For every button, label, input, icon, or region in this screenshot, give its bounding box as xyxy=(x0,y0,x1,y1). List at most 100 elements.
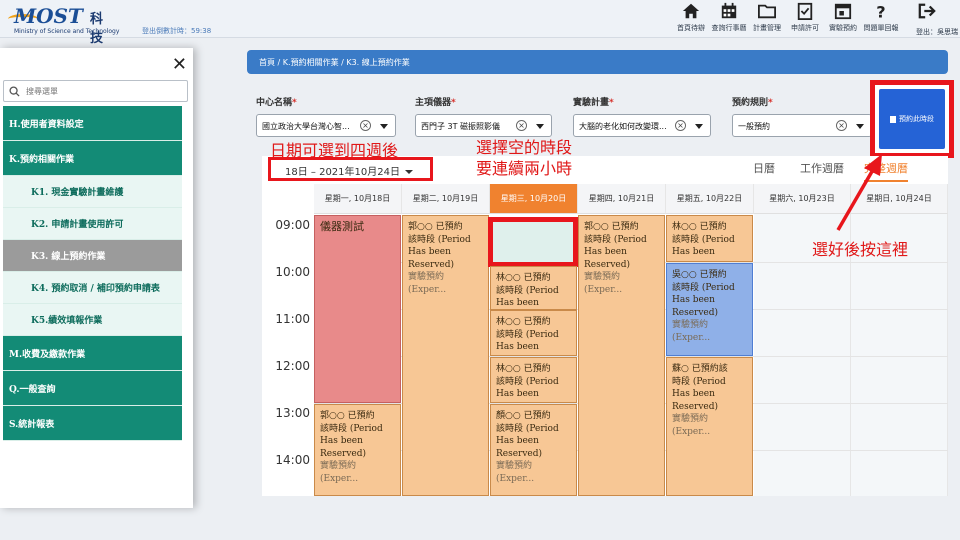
red-arrow-icon xyxy=(836,154,882,231)
plan-select[interactable]: 大腦的老化如何改變環... × xyxy=(573,114,711,137)
book-icon xyxy=(890,115,896,123)
menu-list: H.使用者資料設定 K.預約相關作業 K1. 現金實驗計畫維護 K2. 申請計畫… xyxy=(3,106,182,441)
menu-item-k1[interactable]: K1. 現金實驗計畫維護 xyxy=(3,176,182,208)
menu-item-k5[interactable]: K5.績效填報作業 xyxy=(3,304,182,336)
svg-text:?: ? xyxy=(876,2,885,20)
nav-calendar[interactable]: 查詢行事曆 xyxy=(710,2,748,33)
menu-search-input[interactable] xyxy=(26,84,176,99)
menu-section-payment[interactable]: M.收費及繳款作業 xyxy=(3,336,182,371)
annotation-select-line2: 要連續兩小時 xyxy=(476,159,573,178)
annotation-select-line1: 選擇空的時段 xyxy=(476,138,573,157)
event-wed-13[interactable]: 顏○○ 已預約 該時段 (Period Has been Reserved) 實驗預約(… xyxy=(490,404,577,496)
annotation-select-slot: 選擇空的時段 要連續兩小時 xyxy=(476,137,572,179)
nav-question-label: 問題單回報 xyxy=(863,24,899,32)
event-instrument-test[interactable]: 儀器測試 xyxy=(314,215,401,403)
plan-label: 實驗計畫* xyxy=(573,98,614,108)
book-slot-button[interactable]: 預約此時段 xyxy=(879,89,945,149)
center-value: 國立政治大學台灣心智... xyxy=(262,122,350,131)
clear-icon[interactable]: × xyxy=(360,120,371,131)
plan-value: 大腦的老化如何改變環... xyxy=(579,122,667,131)
menu-section-statistics[interactable]: S.統計報表 xyxy=(3,406,182,441)
book-slot-label: 預約此時段 xyxy=(899,115,934,123)
rule-label: 預約規則* xyxy=(732,98,773,108)
clear-icon[interactable]: × xyxy=(836,120,847,131)
annotation-date-range: 日期可選到四週後 xyxy=(270,141,399,160)
event-mon-13[interactable]: 郭○○ 已預約 該時段 (Period Has been Reserved) 實驗預約(… xyxy=(314,404,401,496)
close-icon[interactable]: ✕ xyxy=(172,54,187,75)
logout-user[interactable]: 登出：吳思瑞 xyxy=(916,27,958,37)
nav-projects-label: 計畫管理 xyxy=(753,24,781,32)
center-select[interactable]: 國立政治大學台灣心智... × xyxy=(256,114,396,137)
event-wed-11[interactable]: 林○○ 已預約 該時段 (Period Has been xyxy=(490,310,577,356)
instrument-value: 西門子 3T 磁振照影儀 xyxy=(421,122,501,131)
nav-calendar-label: 查詢行事曆 xyxy=(711,24,747,32)
nav-home[interactable]: 首頁待辦 xyxy=(672,2,710,33)
nav-permit[interactable]: 申請許可 xyxy=(786,2,824,33)
time-label: 10:00 xyxy=(275,265,310,279)
rule-select[interactable]: 一般預約 × xyxy=(732,114,872,137)
search-icon xyxy=(9,86,20,97)
nav-booking[interactable]: 實驗預約 xyxy=(824,2,862,33)
breadcrumb: 首頁 / K.預約相關作業 / K3. 線上預約作業 xyxy=(247,50,948,74)
caret-down-icon xyxy=(404,170,413,174)
time-label: 13:00 xyxy=(275,406,310,420)
home-icon xyxy=(682,3,700,19)
day-header-wed: 星期三, 10月20日 xyxy=(490,184,578,214)
center-label: 中心名稱* xyxy=(256,98,297,108)
logout-countdown: 登出倒數計時：59:38 xyxy=(142,27,212,35)
day-header-tue: 星期二, 10月19日 xyxy=(402,184,490,214)
menu-search[interactable] xyxy=(3,80,188,102)
menu-item-k4[interactable]: K4. 預約取消 / 補印預約申請表 xyxy=(3,272,182,304)
date-range-picker[interactable]: 18日 – 2021年10月24日 xyxy=(285,163,413,178)
menu-section-booking[interactable]: K.預約相關作業 xyxy=(3,141,182,176)
clear-icon[interactable]: × xyxy=(516,120,527,131)
top-header: MOST 科技部 Ministry of Science and Technol… xyxy=(0,0,960,65)
chevron-down-icon[interactable] xyxy=(380,124,388,129)
event-tue-9[interactable]: 郭○○ 已預約 該時段 (Period Has been Reserved) 實驗預約(… xyxy=(402,215,489,496)
rule-value: 一般預約 xyxy=(738,122,770,131)
chevron-down-icon[interactable] xyxy=(536,124,544,129)
calendar-icon xyxy=(721,2,737,19)
logo-subtitle: Ministry of Science and Technology xyxy=(14,28,120,35)
book-button-highlight: 預約此時段 xyxy=(870,80,954,158)
folder-icon xyxy=(758,4,776,19)
menu-section-user-settings[interactable]: H.使用者資料設定 xyxy=(3,106,182,141)
event-thu-9[interactable]: 郭○○ 已預約 該時段 (Period Has been Reserved) 實驗預約(… xyxy=(578,215,665,496)
logout-icon xyxy=(918,3,936,19)
clear-icon[interactable]: × xyxy=(675,120,686,131)
nav-question[interactable]: ? 問題單回報 xyxy=(862,2,900,33)
menu-section-query[interactable]: Q.一般查詢 xyxy=(3,371,182,406)
chevron-down-icon[interactable] xyxy=(856,124,864,129)
chevron-down-icon[interactable] xyxy=(695,124,703,129)
event-wed-10[interactable]: 林○○ 已預約 該時段 (Period Has been xyxy=(490,266,577,310)
day-header-thu: 星期四, 10月21日 xyxy=(578,184,666,214)
event-wed-12[interactable]: 林○○ 已預約 該時段 (Period Has been xyxy=(490,357,577,403)
instrument-select[interactable]: 西門子 3T 磁振照影儀 × xyxy=(415,114,552,137)
annotation-press-here: 選好後按這裡 xyxy=(812,240,909,259)
instrument-label: 主項儀器* xyxy=(415,98,456,108)
day-header-mon: 星期一, 10月18日 xyxy=(314,184,402,214)
nav-projects[interactable]: 計畫管理 xyxy=(748,2,786,33)
time-label: 09:00 xyxy=(275,218,310,232)
time-label: 11:00 xyxy=(275,312,310,326)
top-nav: 首頁待辦 查詢行事曆 計畫管理 申請許可 實驗預約 ? 問題單回報 xyxy=(672,2,900,33)
event-fri-9[interactable]: 林○○ 已預約 該時段 (Period Has been xyxy=(666,215,753,262)
sidebar-menu: ✕ H.使用者資料設定 K.預約相關作業 K1. 現金實驗計畫維護 K2. 申請… xyxy=(0,48,193,508)
date-range-text: 18日 – 2021年10月24日 xyxy=(285,167,400,178)
nav-booking-label: 實驗預約 xyxy=(829,24,857,32)
permit-icon xyxy=(797,2,813,20)
menu-item-k3[interactable]: K3. 線上預約作業 xyxy=(3,240,182,272)
nav-home-label: 首頁待辦 xyxy=(677,24,705,32)
question-icon: ? xyxy=(876,2,885,20)
booking-icon xyxy=(834,3,852,20)
menu-item-k2[interactable]: K2. 申請計畫使用許可 xyxy=(3,208,182,240)
event-fri-12[interactable]: 蘇○ 已預約該 時段 (Period Has been Reserved) 實驗預約 (E… xyxy=(666,357,753,496)
nav-logout[interactable] xyxy=(908,2,946,20)
selected-slot-highlight xyxy=(488,217,578,267)
nav-permit-label: 申請許可 xyxy=(791,24,819,32)
day-header-fri: 星期五, 10月22日 xyxy=(666,184,754,214)
logo-text: MOST xyxy=(14,4,83,28)
event-fri-10[interactable]: 吳○○ 已預約 該時段 (Period Has been Reserved) 實驗預約(… xyxy=(666,263,753,356)
tab-day[interactable]: 日曆 xyxy=(753,160,775,176)
time-label: 14:00 xyxy=(275,453,310,467)
